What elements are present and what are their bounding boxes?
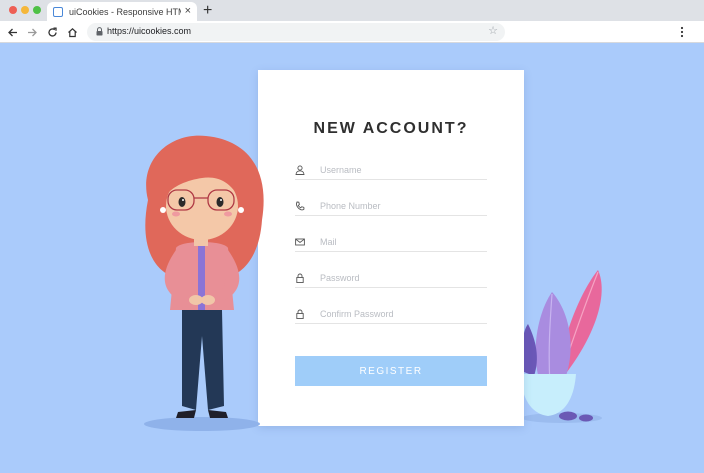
username-field bbox=[295, 162, 487, 180]
more-vertical-icon bbox=[680, 26, 684, 38]
woman-illustration bbox=[144, 135, 264, 431]
mail-icon bbox=[295, 238, 305, 246]
minimize-window-button[interactable] bbox=[21, 6, 29, 14]
mail-field bbox=[295, 234, 487, 252]
reload-icon bbox=[47, 27, 57, 37]
register-button[interactable]: REGISTER bbox=[295, 356, 487, 386]
arrow-left-icon bbox=[7, 28, 17, 36]
lock-icon bbox=[96, 27, 103, 36]
home-icon bbox=[67, 27, 77, 37]
registration-card: NEW ACCOUNT? REGISTER bbox=[258, 70, 524, 426]
new-tab-button[interactable]: + bbox=[203, 1, 212, 20]
maximize-window-button[interactable] bbox=[33, 6, 41, 14]
close-tab-icon[interactable]: × bbox=[185, 6, 191, 17]
close-window-button[interactable] bbox=[9, 6, 17, 14]
password-input[interactable] bbox=[320, 270, 480, 286]
form-title: NEW ACCOUNT? bbox=[313, 120, 469, 137]
arrow-right-icon bbox=[27, 28, 37, 36]
phone-icon bbox=[296, 201, 305, 211]
phone-field bbox=[295, 198, 487, 216]
browser-menu-button[interactable] bbox=[680, 25, 684, 43]
forward-button[interactable] bbox=[24, 24, 40, 40]
browser-tab-bar: uiCookies - Responsive HTML × + bbox=[0, 0, 704, 21]
password-field bbox=[295, 270, 487, 288]
browser-toolbar: https://uicookies.com ☆ bbox=[0, 21, 704, 43]
confirm-password-input[interactable] bbox=[320, 306, 480, 322]
confirm-password-field bbox=[295, 306, 487, 324]
reload-button[interactable] bbox=[44, 24, 60, 40]
browser-tab[interactable]: uiCookies - Responsive HTML × bbox=[47, 2, 197, 21]
lock-icon bbox=[296, 309, 304, 319]
favicon-icon bbox=[53, 6, 63, 17]
bookmark-star-icon[interactable]: ☆ bbox=[488, 24, 498, 37]
mail-input[interactable] bbox=[320, 234, 480, 250]
address-bar[interactable]: https://uicookies.com ☆ bbox=[87, 23, 505, 41]
phone-number-input[interactable] bbox=[320, 198, 480, 214]
user-icon bbox=[295, 165, 305, 175]
username-input[interactable] bbox=[320, 162, 480, 178]
lock-icon bbox=[296, 273, 304, 283]
tab-title: uiCookies - Responsive HTML bbox=[69, 6, 181, 17]
home-button[interactable] bbox=[64, 24, 80, 40]
url-text: https://uicookies.com bbox=[107, 26, 192, 36]
back-button[interactable] bbox=[4, 24, 20, 40]
